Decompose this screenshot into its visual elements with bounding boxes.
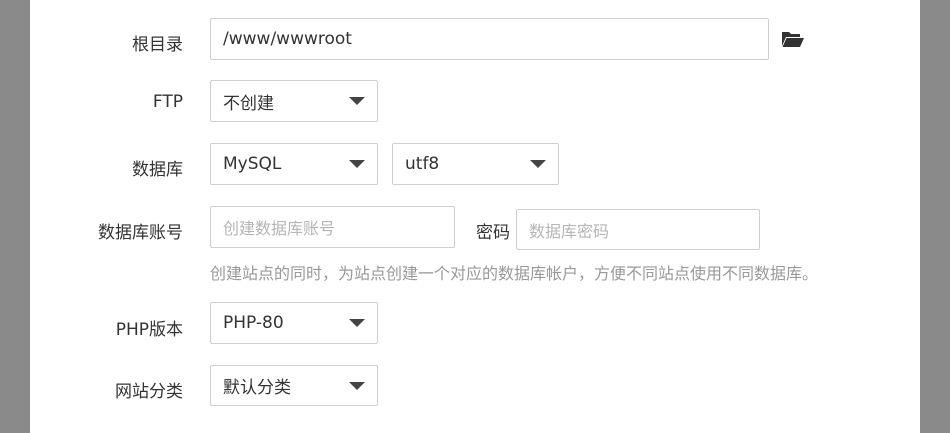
db-password-input[interactable]: 数据库密码 — [516, 209, 760, 250]
root-dir-input[interactable]: /www/wwwroot — [210, 18, 769, 60]
php-version-select[interactable]: PHP-80 — [210, 302, 378, 344]
db-account-input[interactable]: 创建数据库账号 — [210, 206, 455, 248]
database-charset-value: utf8 — [405, 154, 440, 174]
site-category-value: 默认分类 — [223, 378, 291, 398]
ftp-select[interactable]: 不创建 — [210, 80, 378, 122]
php-version-value: PHP-80 — [223, 313, 284, 333]
database-type-select[interactable]: MySQL — [210, 143, 378, 185]
chevron-down-icon — [349, 319, 365, 327]
database-label: 数据库 — [132, 160, 183, 180]
create-site-dialog: 根目录 /www/wwwroot FTP 不创建 数据库 MySQL utf8 … — [30, 0, 920, 433]
site-category-label: 网站分类 — [115, 382, 183, 402]
site-category-select[interactable]: 默认分类 — [210, 365, 378, 406]
chevron-down-icon — [349, 160, 365, 168]
chevron-down-icon — [349, 381, 365, 390]
ftp-label: FTP — [152, 92, 183, 112]
database-charset-select[interactable]: utf8 — [392, 143, 559, 185]
folder-open-icon[interactable] — [781, 29, 805, 49]
db-account-placeholder: 创建数据库账号 — [223, 219, 336, 238]
chevron-down-icon — [349, 97, 365, 105]
root-dir-value: /www/wwwroot — [223, 29, 352, 49]
php-version-label: PHP版本 — [115, 320, 183, 340]
database-type-value: MySQL — [223, 154, 282, 174]
root-dir-label: 根目录 — [132, 35, 183, 55]
chevron-down-icon — [530, 160, 546, 168]
db-account-label: 数据库账号 — [98, 223, 183, 243]
db-password-label: 密码 — [476, 223, 510, 243]
db-password-placeholder: 数据库密码 — [529, 221, 610, 241]
ftp-selected-value: 不创建 — [223, 93, 274, 114]
db-account-hint: 创建站点的同时，为站点创建一个对应的数据库帐户，方便不同站点使用不同数据库。 — [210, 264, 819, 283]
